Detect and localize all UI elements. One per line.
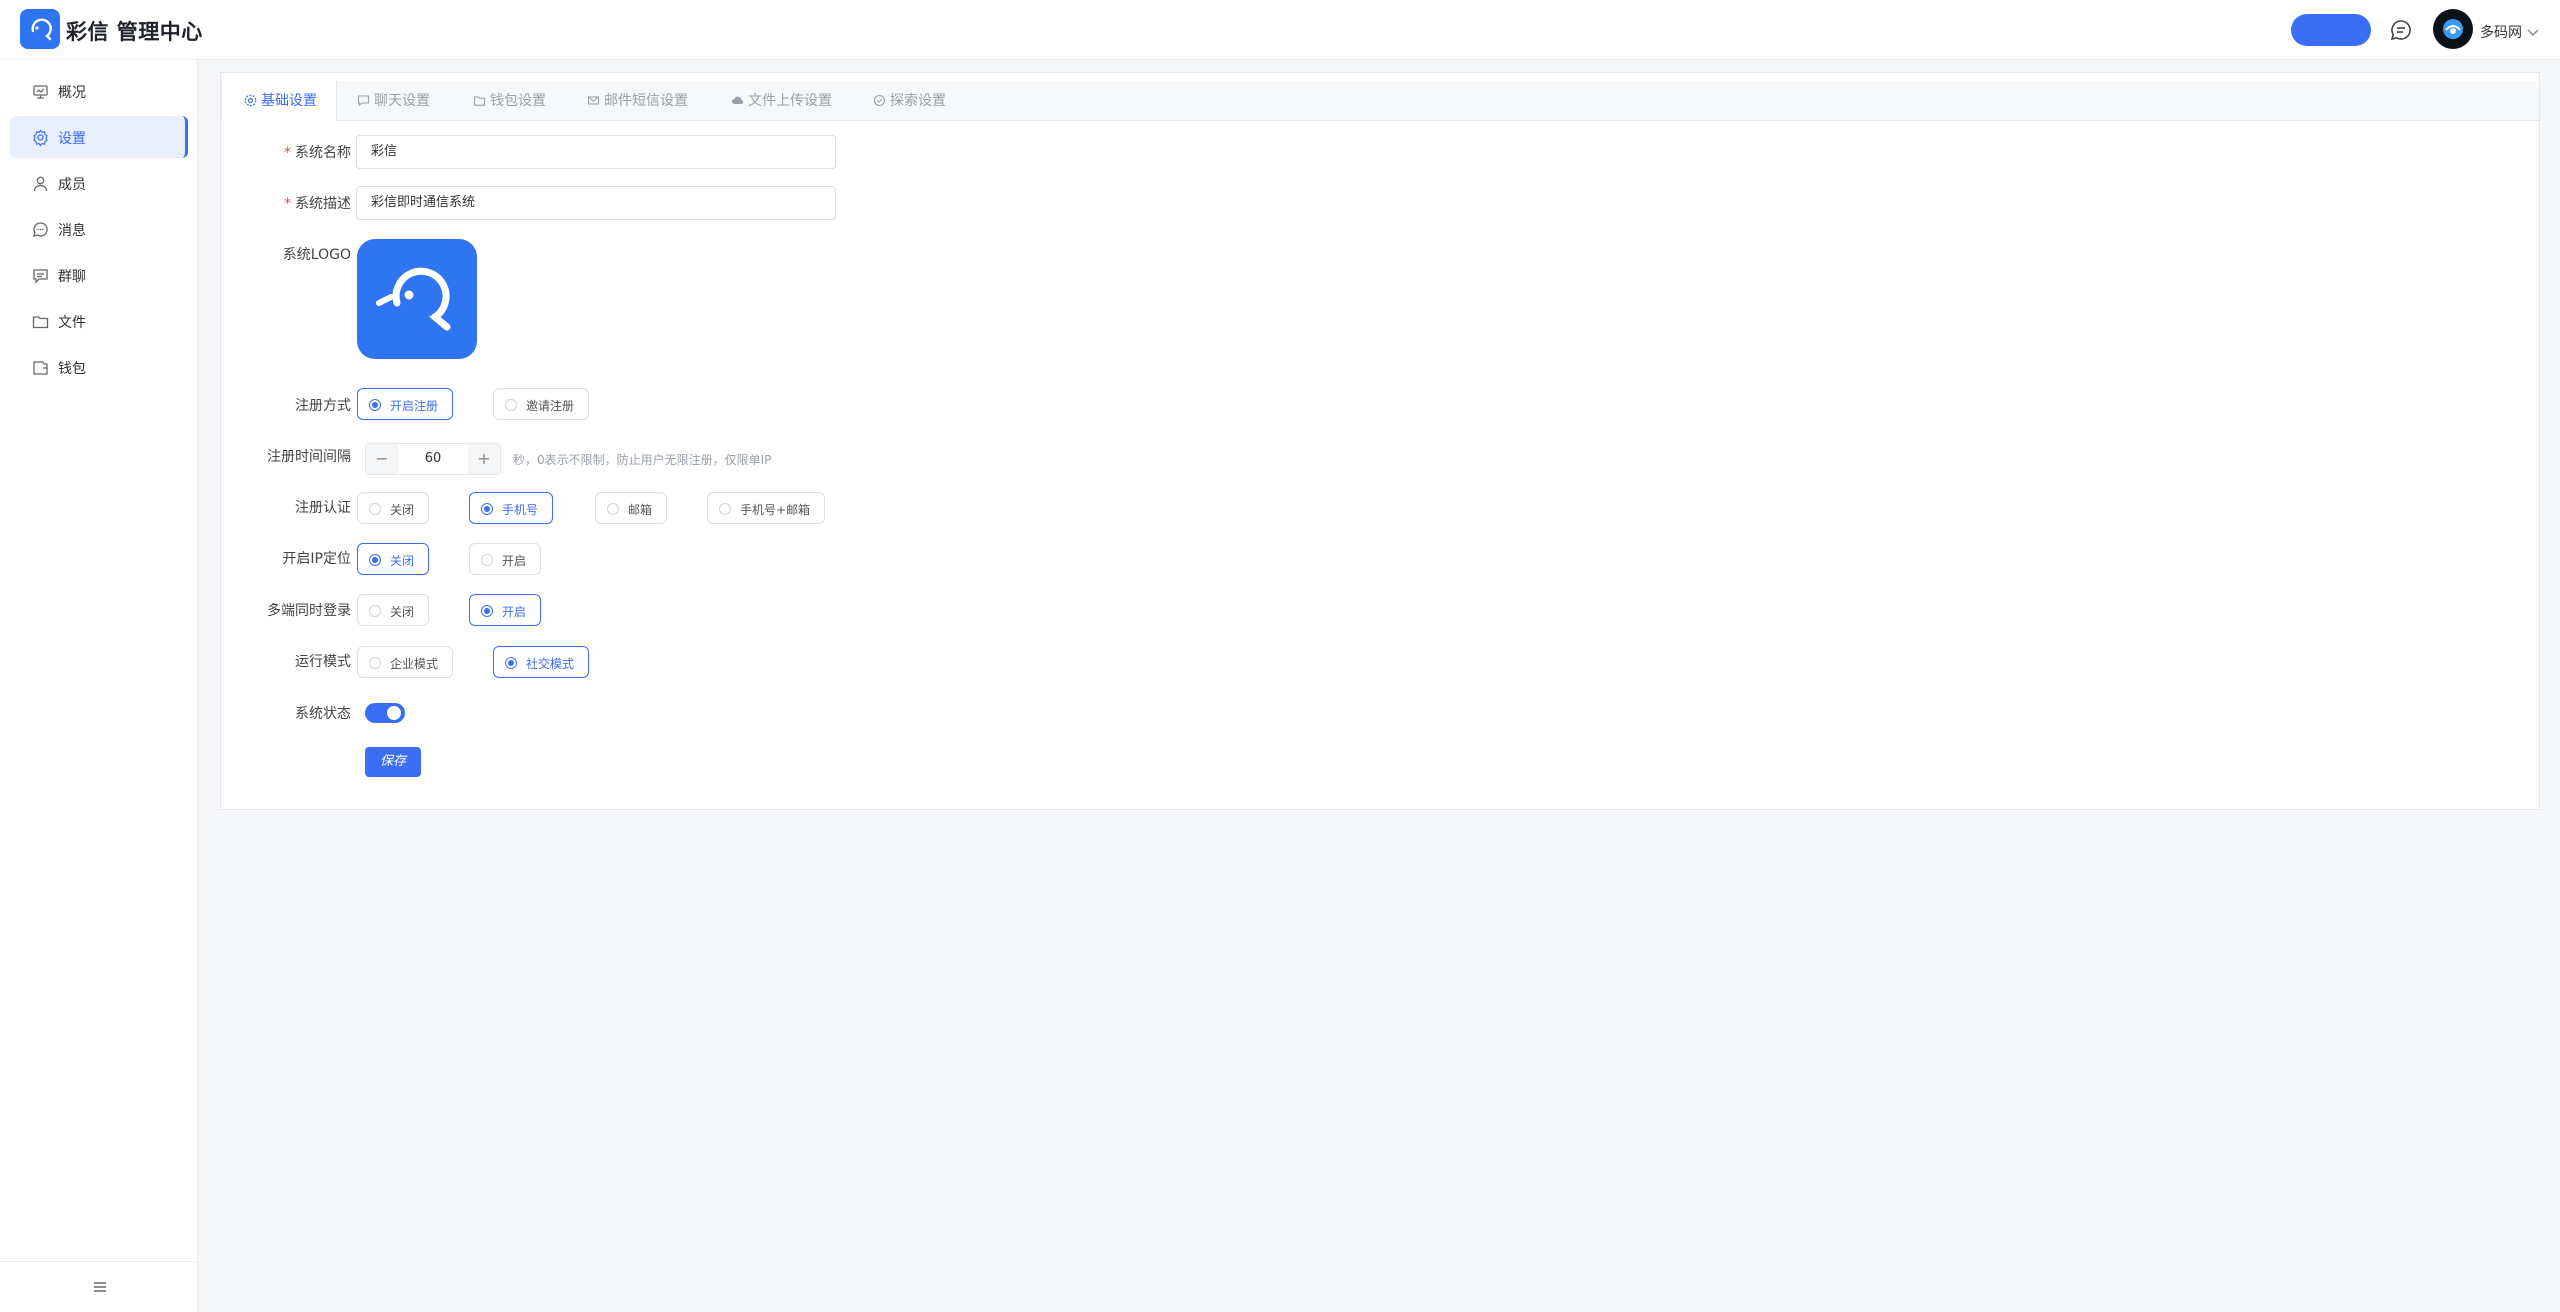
user-icon — [32, 175, 49, 192]
top-header: 彩信 管理中心 多码网 — [0, 0, 2560, 60]
settings-card: 基础设置 聊天设置 钱包设置 邮件短信设置 文件上传设置 探索设置 * 系统名称 … — [220, 72, 2540, 810]
field-label-system-logo: 系统LOGO — [282, 247, 351, 263]
multi-login-off-radio[interactable]: 关闭 — [357, 594, 429, 626]
sidebar-item-group-chat[interactable]: 群聊 — [10, 254, 188, 296]
menu-collapse-icon[interactable] — [91, 1279, 109, 1295]
sidebar-item-members[interactable]: 成员 — [10, 162, 188, 204]
wallet-icon — [32, 359, 49, 376]
chat-icon — [357, 83, 370, 107]
sidebar: 概况 设置 成员 消息 群聊 文件 钱包 — [0, 60, 198, 1312]
sidebar-item-label: 钱包 — [58, 361, 86, 377]
dashboard-icon — [32, 83, 49, 100]
register-interval-stepper[interactable]: − 60 + — [365, 443, 501, 475]
register-interval-value[interactable]: 60 — [398, 444, 468, 474]
verify-phone-radio[interactable]: 手机号 — [469, 492, 553, 524]
tab-basic-settings[interactable]: 基础设置 — [221, 81, 337, 121]
app-logo[interactable] — [20, 9, 60, 49]
run-mode-social-radio[interactable]: 社交模式 — [493, 646, 589, 678]
folder-icon — [32, 313, 49, 330]
register-mode-invite-radio[interactable]: 邀请注册 — [493, 388, 589, 420]
brand-title: 彩信 管理中心 — [66, 20, 203, 44]
system-name-input[interactable]: 彩信 — [356, 135, 836, 169]
sidebar-item-label: 设置 — [58, 131, 86, 147]
sidebar-divider — [0, 1261, 198, 1262]
field-label-system-name: * 系统名称 — [284, 145, 351, 161]
register-mode-open-radio[interactable]: 开启注册 — [357, 388, 453, 420]
increment-button[interactable]: + — [468, 444, 500, 474]
system-desc-input[interactable]: 彩信即时通信系统 — [356, 186, 836, 220]
sidebar-item-files[interactable]: 文件 — [10, 300, 188, 342]
tab-mail-sms-settings[interactable]: 邮件短信设置 — [587, 81, 688, 121]
username[interactable]: 多码网 — [2480, 22, 2522, 42]
avatar[interactable] — [2433, 9, 2473, 49]
sidebar-item-label: 概况 — [58, 85, 86, 101]
sidebar-item-messages[interactable]: 消息 — [10, 208, 188, 250]
settings-tabs: 基础设置 聊天设置 钱包设置 邮件短信设置 文件上传设置 探索设置 — [221, 81, 2539, 121]
cloud-upload-icon — [731, 83, 744, 105]
decrement-button[interactable]: − — [366, 444, 398, 474]
verify-email-radio[interactable]: 邮箱 — [595, 492, 667, 524]
gear-icon — [244, 83, 257, 107]
save-button[interactable]: 保存 — [365, 747, 421, 777]
chevron-down-icon[interactable] — [2527, 25, 2539, 36]
run-mode-enterprise-radio[interactable]: 企业模式 — [357, 646, 453, 678]
toggle-knob — [387, 706, 401, 720]
system-status-toggle[interactable] — [365, 703, 405, 723]
ip-location-on-radio[interactable]: 开启 — [469, 543, 541, 575]
field-label-register-interval: 注册时间间隔 — [267, 449, 351, 465]
tab-file-upload-settings[interactable]: 文件上传设置 — [731, 81, 832, 121]
group-chat-icon — [32, 267, 49, 284]
header-action-button[interactable] — [2291, 14, 2371, 46]
chat-icon — [32, 221, 49, 238]
mail-icon — [587, 83, 600, 105]
field-label-ip-location: 开启IP定位 — [282, 551, 351, 567]
tab-chat-settings[interactable]: 聊天设置 — [357, 81, 430, 121]
verify-off-radio[interactable]: 关闭 — [357, 492, 429, 524]
sidebar-item-label: 文件 — [58, 315, 86, 331]
ip-location-off-radio[interactable]: 关闭 — [357, 543, 429, 575]
sidebar-item-label: 群聊 — [58, 269, 86, 285]
multi-login-on-radio[interactable]: 开启 — [469, 594, 541, 626]
field-label-system-status: 系统状态 — [295, 706, 351, 722]
verify-phone-email-radio[interactable]: 手机号+邮箱 — [707, 492, 825, 524]
sidebar-item-settings[interactable]: 设置 — [10, 116, 188, 158]
gear-icon — [32, 129, 49, 147]
tab-wallet-settings[interactable]: 钱包设置 — [473, 81, 546, 121]
field-label-register-mode: 注册方式 — [295, 398, 351, 414]
register-interval-hint: 秒，0表示不限制，防止用户无限注册，仅限单IP — [513, 453, 772, 467]
message-icon[interactable] — [2389, 18, 2413, 42]
sidebar-item-overview[interactable]: 概况 — [10, 70, 188, 112]
field-label-multi-login: 多端同时登录 — [267, 603, 351, 619]
tab-explore-settings[interactable]: 探索设置 — [873, 81, 946, 121]
field-label-register-verify: 注册认证 — [295, 500, 351, 516]
sidebar-item-label: 消息 — [58, 223, 86, 239]
sidebar-item-wallet[interactable]: 钱包 — [10, 346, 188, 388]
wallet-icon — [473, 83, 486, 106]
compass-icon — [873, 83, 886, 107]
system-logo-upload[interactable] — [357, 239, 477, 359]
sidebar-item-label: 成员 — [58, 177, 86, 193]
field-label-system-desc: * 系统描述 — [284, 196, 351, 212]
field-label-run-mode: 运行模式 — [295, 654, 351, 670]
